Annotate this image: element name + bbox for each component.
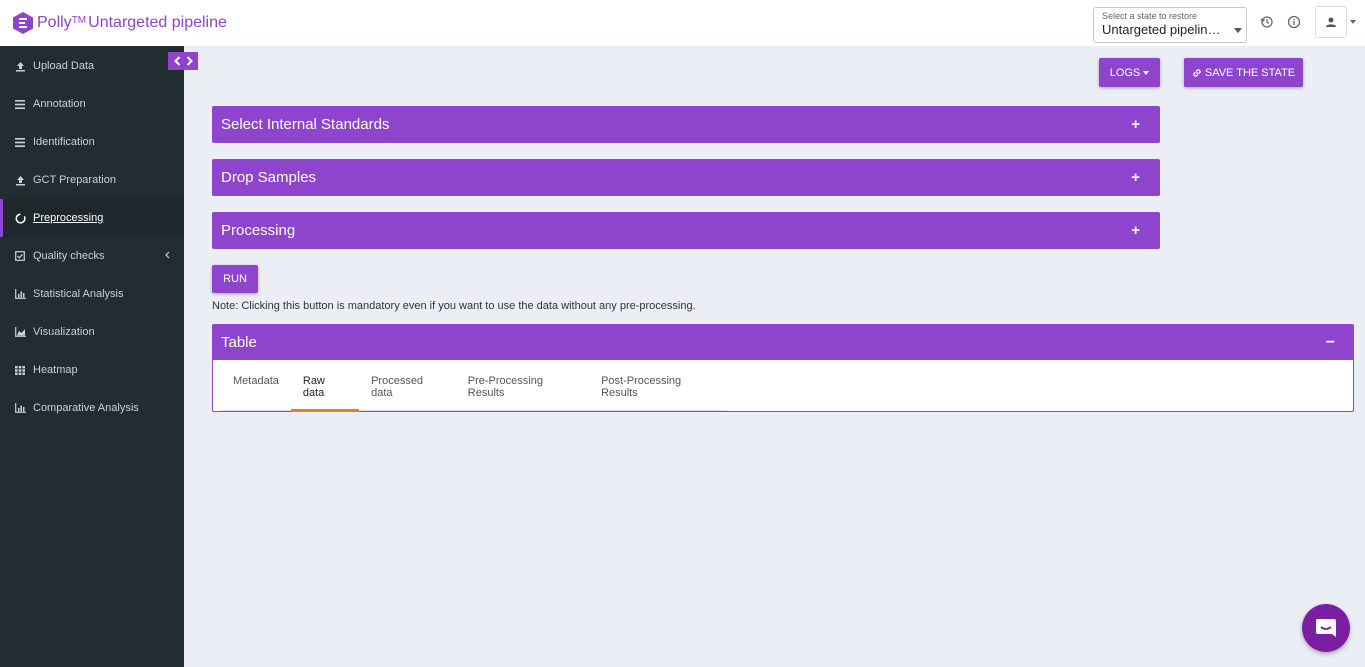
- sidebar-item-gct-preparation[interactable]: GCT Preparation: [0, 161, 184, 199]
- brand-name: Polly: [37, 14, 72, 31]
- sidebar-item-label: GCT Preparation: [33, 174, 116, 186]
- tab-pre-processing-results[interactable]: Pre-Processing Results: [456, 369, 589, 410]
- bar-chart-icon: [14, 288, 26, 300]
- run-button-label: RUN: [223, 273, 247, 285]
- sidebar-item-label: Heatmap: [33, 364, 78, 376]
- sidebar-item-label: Comparative Analysis: [33, 402, 139, 414]
- upload-icon: [14, 174, 26, 186]
- area-chart-icon: [14, 326, 26, 338]
- trademark: TM: [71, 15, 87, 26]
- sidebar-toggle-button[interactable]: [168, 52, 198, 70]
- user-caret-icon[interactable]: [1350, 20, 1356, 24]
- run-button[interactable]: RUN: [212, 265, 258, 293]
- logs-button[interactable]: LOGS: [1099, 58, 1160, 87]
- logs-button-label: LOGS: [1109, 66, 1141, 79]
- user-icon: [1326, 17, 1336, 27]
- sidebar-item-heatmap[interactable]: Heatmap: [0, 351, 184, 389]
- tab-post-processing-results[interactable]: Post-Processing Results: [589, 369, 727, 410]
- sidebar-item-label: Upload Data: [33, 60, 95, 72]
- plus-icon[interactable]: +: [1131, 169, 1140, 186]
- sidebar-item-label: Preprocessing: [33, 212, 104, 224]
- state-select-label: Select a state to restore: [1102, 11, 1198, 21]
- tab-processed-data[interactable]: Processed data: [359, 369, 456, 410]
- run-note: Note: Clicking this button is mandatory …: [212, 300, 696, 312]
- info-icon[interactable]: [1287, 15, 1301, 29]
- state-restore-select[interactable]: Select a state to restore Untargeted pip…: [1093, 7, 1247, 43]
- top-header: PollyTM Untargeted pipeline Select a stat…: [0, 0, 1365, 46]
- sidebar-item-upload-data[interactable]: Upload Data: [0, 47, 184, 85]
- minus-icon[interactable]: −: [1326, 334, 1335, 352]
- bars-icon: [14, 136, 26, 148]
- circle-notch-icon: [14, 212, 26, 224]
- panel-title: Drop Samples: [221, 169, 317, 186]
- polly-logo-icon: [13, 12, 33, 34]
- chevron-left-icon: [173, 56, 180, 66]
- sidebar-item-identification[interactable]: Identification: [0, 123, 184, 161]
- sidebar-item-label: Visualization: [33, 326, 95, 338]
- sidebar-item-annotation[interactable]: Annotation: [0, 85, 184, 123]
- brand-title: PollyTM Untargeted pipeline: [37, 14, 227, 32]
- history-icon[interactable]: [1260, 15, 1274, 29]
- sidebar-item-comparative-analysis[interactable]: Comparative Analysis: [0, 389, 184, 427]
- brand[interactable]: PollyTM Untargeted pipeline: [0, 11, 227, 35]
- chevron-right-icon: [186, 56, 193, 66]
- table-tabs: Metadata Raw data Processed data Pre-Pro…: [221, 369, 727, 412]
- panel-drop-samples[interactable]: Drop Samples +: [212, 159, 1160, 196]
- bars-icon: [14, 98, 26, 110]
- state-select-value: Untargeted pipeline ...: [1102, 22, 1224, 37]
- save-state-button[interactable]: SAVE THE STATE: [1184, 58, 1303, 87]
- sidebar: Upload Data Annotation Identification GC…: [0, 46, 184, 667]
- pipeline-title: Untargeted pipeline: [88, 14, 227, 31]
- bar-chart-icon: [14, 402, 26, 414]
- save-state-button-label: SAVE THE STATE: [1204, 66, 1296, 79]
- panel-title: Processing: [221, 222, 296, 239]
- check-square-icon: [14, 250, 26, 262]
- caret-down-icon: [1143, 70, 1150, 75]
- tab-raw-data[interactable]: Raw data: [290, 369, 360, 412]
- upload-icon: [14, 60, 26, 72]
- tab-metadata[interactable]: Metadata: [221, 369, 291, 410]
- chevron-left-icon: [165, 251, 170, 259]
- sidebar-item-visualization[interactable]: Visualization: [0, 313, 184, 351]
- sidebar-item-statistical-analysis[interactable]: Statistical Analysis: [0, 275, 184, 313]
- sidebar-item-label: Identification: [33, 136, 95, 148]
- panel-select-internal-standards[interactable]: Select Internal Standards +: [212, 106, 1160, 143]
- grid-icon: [14, 364, 26, 376]
- sidebar-item-label: Quality checks: [33, 250, 105, 262]
- plus-icon[interactable]: +: [1131, 222, 1140, 239]
- user-menu-button[interactable]: [1315, 6, 1347, 38]
- plus-icon[interactable]: +: [1131, 116, 1140, 133]
- table-title: Table: [221, 334, 257, 351]
- table-panel: Table − Metadata Raw data Processed data…: [212, 324, 1354, 412]
- sidebar-item-label: Statistical Analysis: [33, 288, 124, 300]
- table-panel-header[interactable]: Table −: [213, 325, 1353, 360]
- caret-down-icon: [1234, 28, 1242, 33]
- sidebar-item-preprocessing[interactable]: Preprocessing: [0, 199, 184, 237]
- panel-processing[interactable]: Processing +: [212, 212, 1160, 249]
- link-icon: [1193, 68, 1201, 77]
- chat-icon: [1316, 619, 1336, 637]
- chat-launcher-button[interactable]: [1302, 604, 1350, 652]
- sidebar-item-quality-checks[interactable]: Quality checks: [0, 237, 184, 275]
- sidebar-item-label: Annotation: [33, 98, 86, 110]
- panel-title: Select Internal Standards: [221, 116, 390, 133]
